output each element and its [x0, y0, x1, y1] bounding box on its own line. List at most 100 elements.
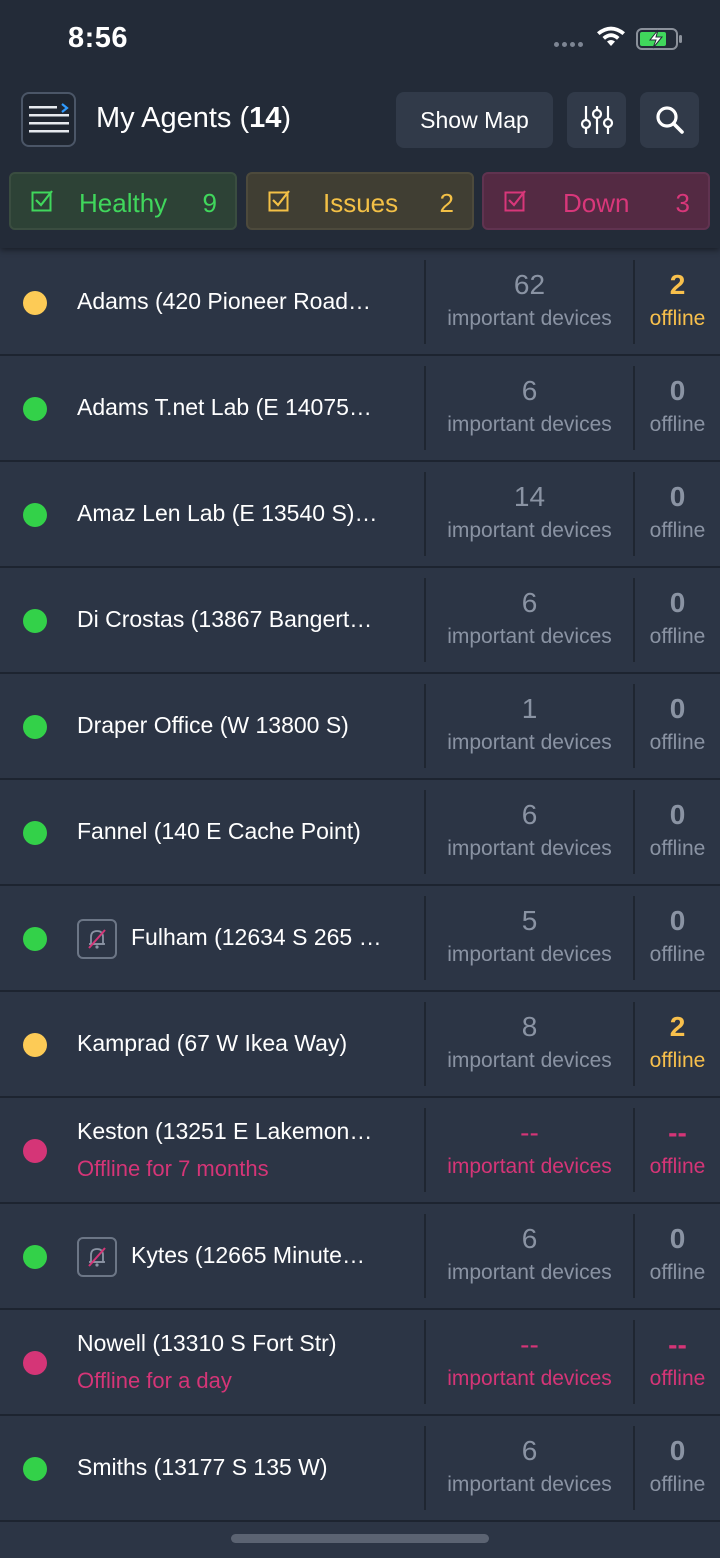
filter-chip-issues[interactable]: Issues 2	[246, 172, 474, 230]
agent-row[interactable]: Kamprad (67 W Ikea Way) 8 important device…	[0, 992, 720, 1098]
filter-chip-label: Healthy	[79, 188, 168, 218]
search-button[interactable]	[640, 92, 699, 148]
important-devices-count: 6	[521, 1435, 538, 1466]
offline-label: offline	[649, 413, 706, 436]
agent-name: Adams (420 Pioneer Road…	[77, 288, 372, 314]
offline-count: 0	[669, 1435, 686, 1466]
agent-row[interactable]: Draper Office (W 13800 S) 1 important devi…	[0, 674, 720, 780]
page-title-text: My Agents	[96, 102, 232, 134]
agent-row[interactable]: Adams T.net Lab (E 14075… 6 important devi…	[0, 356, 720, 462]
search-icon	[655, 106, 684, 134]
agent-row[interactable]: Fannel (140 E Cache Point) 6 important dev…	[0, 780, 720, 886]
status-dot	[23, 927, 47, 951]
page-title: My Agents (14)	[96, 102, 292, 134]
agent-count: 14	[249, 102, 282, 134]
important-devices-count: --	[520, 1117, 539, 1148]
agent-row[interactable]: Fulham (12634 S 265 … 5 important devices 0…	[0, 886, 720, 992]
show-map-button[interactable]: Show Map	[396, 92, 553, 148]
sliders-icon	[580, 106, 613, 134]
offline-count: 0	[669, 481, 686, 512]
agent-name: Keston (13251 E Lakemon…	[77, 1118, 373, 1144]
muted-alerts-badge	[77, 1237, 117, 1277]
agent-row[interactable]: Di Crostas (13867 Bangert… 6 important dev…	[0, 568, 720, 674]
important-devices-label: important devices	[447, 943, 612, 966]
offline-count: 0	[669, 799, 686, 830]
menu-icon	[28, 102, 69, 132]
agent-name: Fulham (12634 S 265 …	[131, 924, 382, 950]
agent-row[interactable]: Kytes (12665 Minute… 6 important devices 0 o…	[0, 1204, 720, 1310]
filter-settings-button[interactable]	[567, 92, 626, 148]
offline-label: offline	[649, 1261, 706, 1284]
filter-chip-healthy[interactable]: Healthy 9	[9, 172, 237, 230]
important-devices-label: important devices	[447, 837, 612, 860]
status-dot	[23, 821, 47, 845]
status-dot	[23, 1245, 47, 1269]
muted-alerts-badge	[77, 919, 117, 959]
agent-name: Smiths (13177 S 135 W)	[77, 1454, 328, 1480]
bell-slash-icon	[88, 929, 106, 949]
important-devices-label: important devices	[447, 625, 612, 648]
status-dot	[23, 397, 47, 421]
agent-name: Fannel (140 E Cache Point)	[77, 818, 361, 844]
menu-button[interactable]	[21, 92, 76, 147]
important-devices-count: 62	[513, 269, 546, 300]
offline-label: offline	[649, 837, 706, 860]
home-indicator	[231, 1534, 489, 1543]
agent-name: Adams T.net Lab (E 14075…	[77, 394, 372, 420]
agent-row[interactable]: Keston (13251 E Lakemon… Offline for 7 mo…	[0, 1098, 720, 1204]
filter-chip-count: 9	[202, 188, 217, 218]
offline-label: offline	[649, 731, 706, 754]
important-devices-label: important devices	[447, 519, 612, 542]
agent-row[interactable]: Amaz Len Lab (E 13540 S)… 14 important dev…	[0, 462, 720, 568]
status-dot	[23, 1457, 47, 1481]
offline-count: 2	[669, 269, 686, 300]
agent-name: Draper Office (W 13800 S)	[77, 712, 349, 738]
offline-count: 0	[669, 905, 686, 936]
important-devices-count: --	[520, 1329, 539, 1360]
checkbox-icon	[504, 190, 526, 212]
filter-chip-label: Down	[563, 188, 630, 218]
agent-list: Adams (420 Pioneer Road… 62 important devi…	[0, 250, 720, 1522]
status-dot	[23, 609, 47, 633]
important-devices-label: important devices	[447, 1261, 612, 1284]
offline-label: offline	[649, 943, 706, 966]
offline-count: 0	[669, 587, 686, 618]
offline-duration: Offline for a day	[77, 1368, 232, 1393]
important-devices-count: 14	[513, 481, 546, 512]
offline-label: offline	[649, 1155, 706, 1178]
filter-chip-down[interactable]: Down 3	[482, 172, 710, 230]
offline-label: offline	[649, 1473, 706, 1496]
important-devices-count: 5	[521, 905, 538, 936]
status-dot	[23, 1033, 47, 1057]
offline-count: 2	[669, 1011, 686, 1042]
important-devices-count: 6	[521, 1223, 538, 1254]
important-devices-count: 6	[521, 799, 538, 830]
important-devices-label: important devices	[447, 307, 612, 330]
important-devices-count: 6	[521, 587, 538, 618]
filter-chip-label: Issues	[323, 188, 399, 218]
filter-chip-count: 3	[675, 188, 690, 218]
important-devices-label: important devices	[447, 1155, 612, 1178]
offline-count: --	[668, 1117, 687, 1148]
top-bar: 8:56 My Agents (14) Show Map Healthy 9 I…	[0, 0, 720, 248]
offline-duration: Offline for 7 months	[77, 1156, 269, 1181]
offline-label: offline	[649, 625, 706, 648]
important-devices-label: important devices	[447, 1367, 612, 1390]
important-devices-count: 1	[521, 693, 538, 724]
wifi-icon	[597, 26, 625, 46]
offline-label: offline	[649, 307, 706, 330]
agent-row[interactable]: Nowell (13310 S Fort Str) Offline for a d…	[0, 1310, 720, 1416]
agent-name: Kamprad (67 W Ikea Way)	[77, 1030, 348, 1056]
offline-label: offline	[649, 1367, 706, 1390]
offline-count: 0	[669, 693, 686, 724]
offline-label: offline	[649, 519, 706, 542]
important-devices-label: important devices	[447, 1049, 612, 1072]
agent-row[interactable]: Adams (420 Pioneer Road… 62 important devi…	[0, 250, 720, 356]
offline-label: offline	[649, 1049, 706, 1072]
status-dot	[23, 503, 47, 527]
agent-name: Nowell (13310 S Fort Str)	[77, 1330, 337, 1356]
battery-charging-icon	[636, 28, 682, 50]
checkbox-icon	[268, 190, 290, 212]
agent-row[interactable]: Smiths (13177 S 135 W) 6 important devices…	[0, 1416, 720, 1522]
status-dot	[23, 715, 47, 739]
